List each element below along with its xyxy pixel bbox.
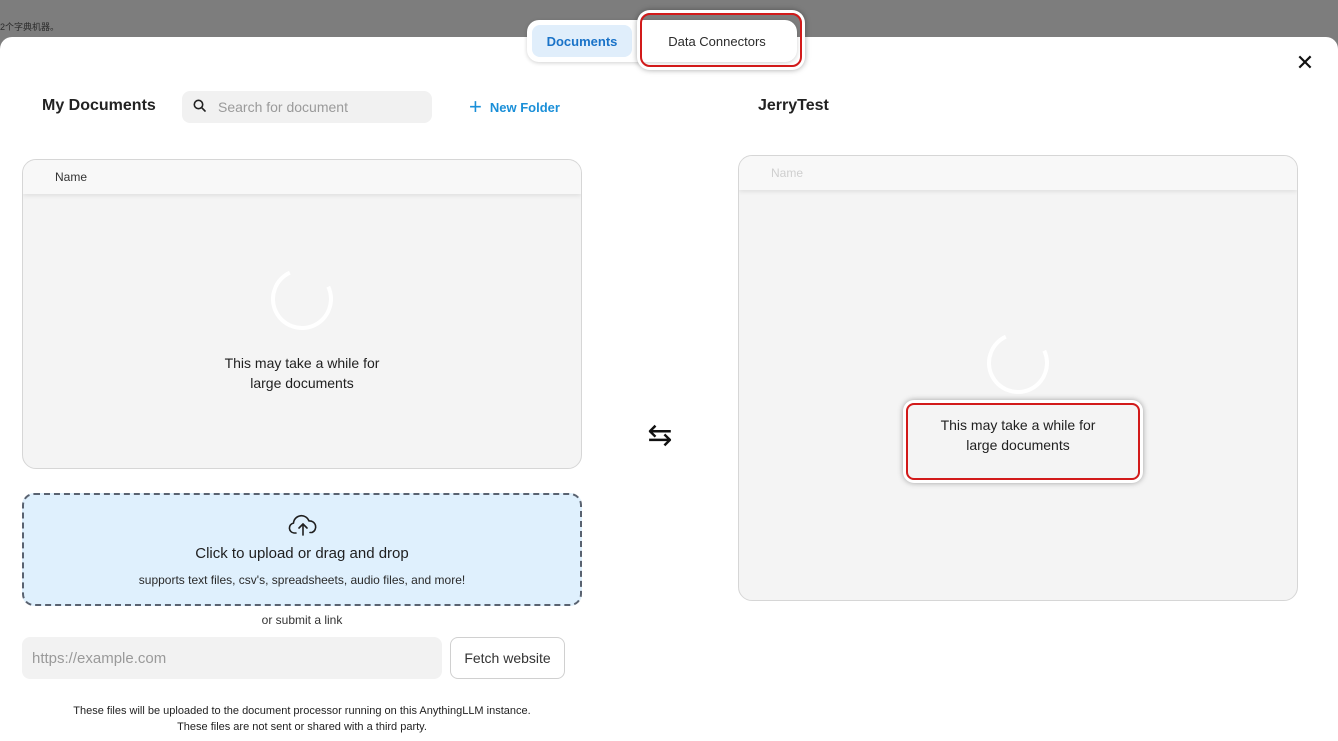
backdrop-text: 2个字典机器。 bbox=[0, 22, 60, 32]
search-icon bbox=[182, 99, 216, 115]
swap-arrows-icon: ⇆ bbox=[647, 419, 673, 452]
close-icon[interactable]: ✕ bbox=[1294, 52, 1316, 74]
upload-title: Click to upload or drag and drop bbox=[195, 545, 409, 562]
fetch-website-button[interactable]: Fetch website bbox=[450, 637, 565, 679]
workspace-loading-message: This may take a while for large document… bbox=[918, 415, 1118, 455]
workspace-loading-line-1: This may take a while for bbox=[940, 417, 1096, 433]
workspace-documents-panel: Name This may take a while for large doc… bbox=[738, 155, 1298, 601]
search-box bbox=[182, 91, 432, 123]
name-column-header: Name bbox=[23, 160, 581, 194]
tab-documents[interactable]: Documents bbox=[532, 25, 632, 57]
workspace-loading-spinner bbox=[978, 323, 1058, 403]
new-folder-button[interactable]: + New Folder bbox=[469, 96, 560, 118]
my-documents-panel: Name This may take a while for large doc… bbox=[22, 159, 582, 469]
workspace-name-column-header: Name bbox=[739, 156, 1297, 190]
footnote-line-1: These files will be uploaded to the docu… bbox=[73, 705, 531, 717]
workspace-title: JerryTest bbox=[758, 97, 829, 114]
loading-spinner bbox=[262, 259, 342, 339]
modal-tab-bar: Documents Data Connectors bbox=[527, 20, 797, 62]
plus-icon: + bbox=[469, 94, 482, 119]
cloud-upload-icon bbox=[288, 514, 317, 536]
search-input[interactable] bbox=[216, 98, 420, 116]
loading-line-2: large documents bbox=[250, 375, 354, 391]
upload-footnote: These files will be uploaded to the docu… bbox=[22, 703, 582, 735]
footnote-line-2: These files are not sent or shared with … bbox=[177, 721, 427, 733]
loading-line-1: This may take a while for bbox=[224, 355, 380, 371]
tab-data-connectors[interactable]: Data Connectors bbox=[642, 25, 792, 57]
my-documents-title: My Documents bbox=[42, 97, 156, 114]
upload-dropzone[interactable]: Click to upload or drag and drop support… bbox=[22, 493, 582, 606]
upload-subtitle: supports text files, csv's, spreadsheets… bbox=[138, 573, 466, 587]
new-folder-label: New Folder bbox=[489, 99, 560, 115]
or-submit-link-text: or submit a link bbox=[261, 613, 343, 627]
loading-message: This may take a while for large document… bbox=[202, 353, 402, 393]
workspace-loading-line-2: large documents bbox=[966, 437, 1070, 453]
url-input[interactable] bbox=[22, 637, 442, 679]
